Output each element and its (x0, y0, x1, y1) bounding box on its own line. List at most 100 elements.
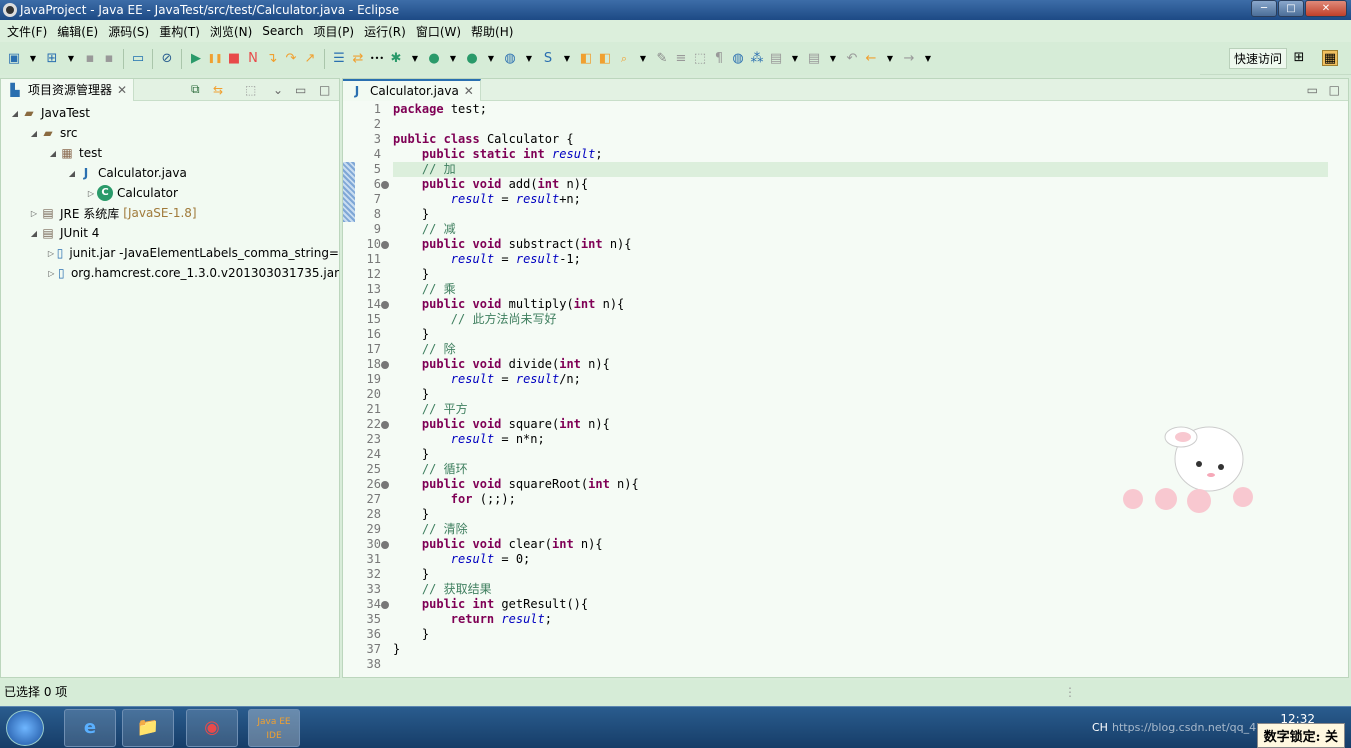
fold-toggle-icon[interactable] (381, 541, 389, 549)
disconnect-icon[interactable]: N (245, 51, 261, 67)
fold-toggle-icon[interactable] (381, 301, 389, 309)
mark-occurrences-icon[interactable]: ✎ (654, 51, 670, 67)
tree-node[interactable]: ▷ C Calculator (1, 183, 339, 203)
use-step-filters-icon[interactable]: ⇄ (350, 51, 366, 67)
save-icon[interactable]: ▪ (82, 51, 98, 67)
tab-project-explorer[interactable]: ▙ 项目资源管理器 ✕ (1, 78, 135, 101)
code-line[interactable]: 4 public static int result; (355, 147, 1348, 162)
dropdown-icon[interactable]: ▼ (521, 51, 537, 67)
maximize-editor-icon[interactable]: □ (1329, 83, 1340, 97)
start-button[interactable] (6, 710, 44, 746)
ie-taskbar-button[interactable]: e (64, 709, 116, 747)
monitor-icon[interactable]: ▭ (130, 51, 146, 67)
eclipse-taskbar-button[interactable]: Java EE IDE (248, 709, 300, 747)
code-line[interactable]: 12 } (355, 267, 1348, 282)
toggle-icon[interactable]: ••• (369, 51, 385, 67)
minimize-button[interactable]: ─ (1251, 0, 1277, 17)
dropdown-icon[interactable]: ▼ (635, 51, 651, 67)
menu-refactor[interactable]: 重构(T) (154, 23, 205, 40)
minimize-editor-icon[interactable]: ▭ (1307, 83, 1318, 97)
whitespace-icon[interactable]: ¶ (711, 51, 727, 67)
menu-source[interactable]: 源码(S) (103, 23, 154, 40)
code-line[interactable]: 31 result = 0; (355, 552, 1348, 567)
open-perspective-icon[interactable]: ⊞ (1291, 50, 1307, 66)
next-annotation-icon[interactable]: ▤ (768, 51, 784, 67)
code-lines[interactable]: 1 package test; 2 3 public class Calculator … (355, 102, 1348, 672)
fold-toggle-icon[interactable] (381, 421, 389, 429)
dropdown-icon[interactable]: ▼ (25, 51, 41, 67)
code-line[interactable]: 9 // 减 (355, 222, 1348, 237)
dropdown-icon[interactable]: ▼ (825, 51, 841, 67)
menu-window[interactable]: 窗口(W) (411, 23, 466, 40)
ime-indicator[interactable]: CH (1092, 721, 1108, 734)
code-line[interactable]: 34 public int getResult(){ (355, 597, 1348, 612)
code-line[interactable]: 7 result = result+n; (355, 192, 1348, 207)
menu-run[interactable]: 运行(R) (359, 23, 411, 40)
focus-icon[interactable]: ⬚ (245, 83, 256, 97)
debug-icon[interactable]: ✱ (388, 51, 404, 67)
dropdown-icon[interactable]: ▼ (483, 51, 499, 67)
tree-node[interactable]: ◢ ▰ JavaTest (1, 103, 339, 123)
menu-search[interactable]: Search (257, 24, 308, 38)
tree-node[interactable]: ◢ J Calculator.java (1, 163, 339, 183)
code-line[interactable]: 10 public void substract(int n){ (355, 237, 1348, 252)
code-line[interactable]: 16 } (355, 327, 1348, 342)
tree-node[interactable]: ◢ ▦ test (1, 143, 339, 163)
code-line[interactable]: 5 // 加 (355, 162, 1348, 177)
team-icon[interactable]: ⁂ (749, 51, 765, 67)
fold-toggle-icon[interactable] (381, 361, 389, 369)
tab-calculator-java[interactable]: J Calculator.java ✕ (343, 78, 481, 101)
open-task-icon[interactable]: ◧ (597, 51, 613, 67)
open-type-icon[interactable]: ◧ (578, 51, 594, 67)
suspend-icon[interactable]: ❚❚ (207, 51, 223, 67)
tree-node[interactable]: ▷ ▯ org.hamcrest.core_1.3.0.v201303031735.… (1, 263, 339, 283)
back-icon[interactable]: ← (863, 51, 879, 67)
code-line[interactable]: 33 // 获取结果 (355, 582, 1348, 597)
tree-node[interactable]: ◢ ▰ src (1, 123, 339, 143)
code-line[interactable]: 36 } (355, 627, 1348, 642)
code-line[interactable]: 18 public void divide(int n){ (355, 357, 1348, 372)
drop-to-frame-icon[interactable]: ☰ (331, 51, 347, 67)
link-with-editor-icon[interactable]: ⇆ (213, 83, 223, 97)
collapse-arrow-icon[interactable]: ◢ (66, 169, 78, 178)
step-return-icon[interactable]: ↗ (302, 51, 318, 67)
explorer-taskbar-button[interactable]: 📁 (122, 709, 174, 747)
close-button[interactable]: ✕ (1305, 0, 1347, 17)
expand-arrow-icon[interactable]: ▷ (28, 209, 40, 218)
save-all-icon[interactable]: ▪ (101, 51, 117, 67)
close-tab-icon[interactable]: ✕ (117, 83, 127, 97)
code-line[interactable]: 19 result = result/n; (355, 372, 1348, 387)
spring-icon[interactable]: S (540, 51, 556, 67)
code-line[interactable]: 6 public void add(int n){ (355, 177, 1348, 192)
code-line[interactable]: 20 } (355, 387, 1348, 402)
block-select-icon[interactable]: ⬚ (692, 51, 708, 67)
maximize-view-icon[interactable]: □ (319, 83, 330, 97)
chrome-taskbar-button[interactable]: ◉ (186, 709, 238, 747)
dropdown-icon[interactable]: ▼ (787, 51, 803, 67)
new-project-icon[interactable]: ⊞ (44, 51, 60, 67)
fold-toggle-icon[interactable] (381, 241, 389, 249)
minimize-view-icon[interactable]: ▭ (295, 83, 306, 97)
menu-navigate[interactable]: 浏览(N) (205, 23, 257, 40)
code-line[interactable]: 35 return result; (355, 612, 1348, 627)
code-line[interactable]: 29 // 清除 (355, 522, 1348, 537)
code-line[interactable]: 11 result = result-1; (355, 252, 1348, 267)
terminate-icon[interactable]: ■ (226, 51, 242, 67)
dropdown-icon[interactable]: ▼ (559, 51, 575, 67)
code-editor[interactable]: J Calculator.java ✕ ▭ □ 1 package test; 2 3… (342, 78, 1349, 678)
quick-access-field[interactable]: 快速访问 (1228, 48, 1287, 69)
dropdown-icon[interactable]: ▼ (920, 51, 936, 67)
view-menu-icon[interactable]: ⌄ (273, 83, 283, 97)
tree-node[interactable]: ▷ ▤ JRE 系统库 [JavaSE-1.8] (1, 203, 339, 223)
word-wrap-icon[interactable]: ≡ (673, 51, 689, 67)
expand-arrow-icon[interactable]: ▷ (47, 249, 55, 258)
java-ee-perspective-icon[interactable]: ▦ (1322, 50, 1338, 66)
code-line[interactable]: 13 // 乘 (355, 282, 1348, 297)
tree-node[interactable]: ◢ ▤ JUnit 4 (1, 223, 339, 243)
run-icon[interactable]: ● (426, 51, 442, 67)
new-icon[interactable]: ▣ (6, 51, 22, 67)
code-line[interactable]: 1 package test; (355, 102, 1348, 117)
step-over-icon[interactable]: ↷ (283, 51, 299, 67)
code-line[interactable]: 17 // 除 (355, 342, 1348, 357)
tree-node[interactable]: ▷ ▯ junit.jar -JavaElementLabels_comma_str… (1, 243, 339, 263)
